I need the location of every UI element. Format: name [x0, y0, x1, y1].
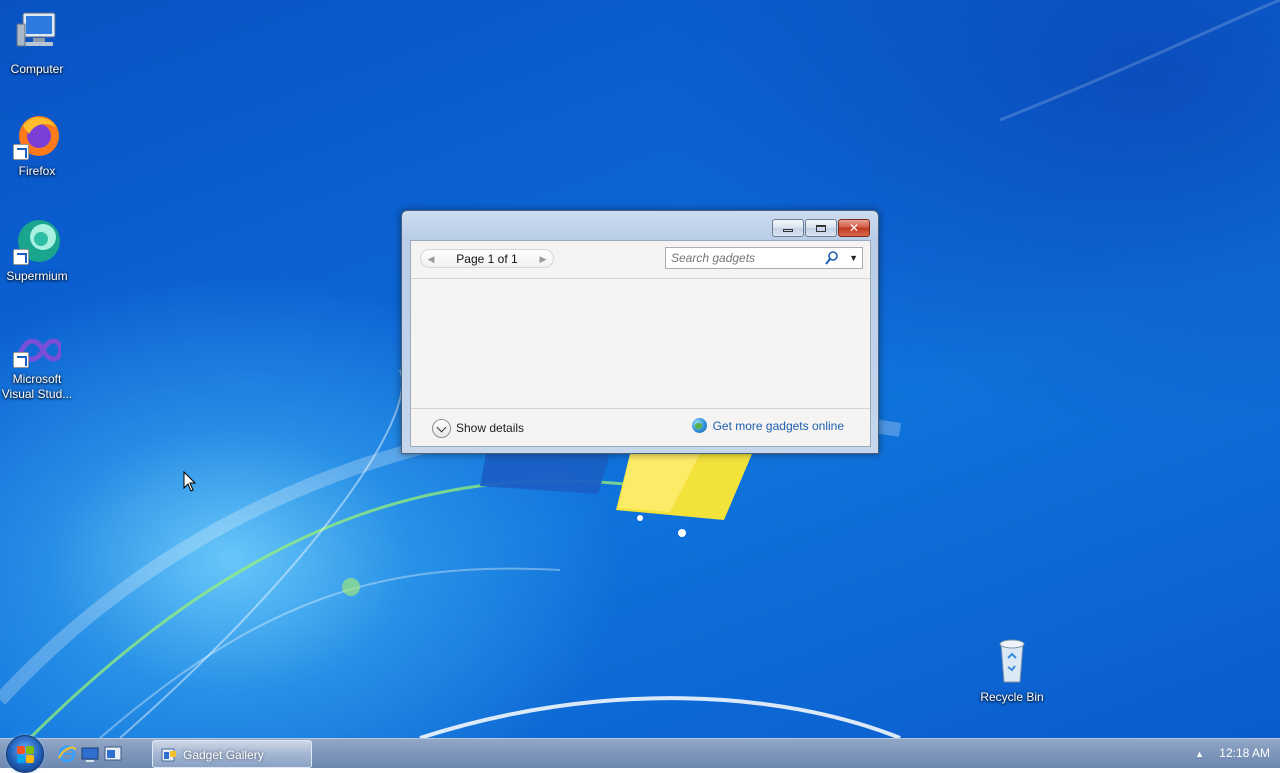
close-icon: ✕ — [848, 221, 860, 235]
next-page-icon[interactable]: ▶ — [535, 251, 551, 267]
gallery-toolbar: ◀ Page 1 of 1 ▶ ▼ — [411, 241, 870, 279]
search-icon[interactable] — [824, 250, 840, 266]
globe-icon — [691, 418, 707, 433]
caption-buttons: ✕ — [772, 219, 870, 237]
gadget-gallery-window[interactable]: ✕ ◀ Page 1 of 1 ▶ ▼ — [401, 210, 879, 454]
shortcut-arrow-icon — [13, 144, 29, 160]
search-box: ▼ — [665, 247, 863, 269]
gallery-content: ◀ Page 1 of 1 ▶ ▼ Show details — [410, 240, 871, 447]
desktop-icon-label: Microsoft Visual Stud... — [1, 372, 73, 401]
minimize-button[interactable] — [772, 219, 804, 237]
switch-windows-icon[interactable] — [103, 744, 123, 764]
taskbar-item-label: Gadget Gallery — [183, 748, 264, 762]
recycle-bin-icon — [988, 636, 1036, 686]
visual-studio-icon — [13, 334, 64, 368]
chevron-down-icon — [432, 418, 451, 438]
internet-explorer-icon[interactable] — [57, 744, 77, 764]
gadget-gallery-icon — [161, 748, 176, 762]
search-dropdown-icon[interactable]: ▼ — [849, 250, 858, 266]
gallery-footer: Show details Get more gadgets online — [411, 408, 870, 446]
desktop-icon-supermium[interactable]: Supermium — [0, 217, 74, 284]
shortcut-arrow-icon — [13, 249, 29, 265]
desktop-icon-recycle-bin[interactable]: Recycle Bin — [975, 636, 1049, 705]
show-desktop-icon[interactable] — [80, 744, 100, 764]
desktop-icon-visual-studio[interactable]: Microsoft Visual Stud... — [0, 334, 74, 402]
computer-icon — [13, 10, 61, 58]
gadget-list — [411, 279, 870, 410]
taskbar-item-gadget-gallery[interactable]: Gadget Gallery — [152, 740, 312, 768]
supermium-icon — [13, 217, 61, 265]
desktop-icon-label: Supermium — [6, 269, 68, 283]
shortcut-arrow-icon — [13, 352, 29, 368]
page-indicator: Page 1 of 1 — [456, 252, 518, 266]
show-details-label: Show details — [456, 421, 525, 435]
search-input[interactable] — [666, 248, 824, 268]
get-more-gadgets-link[interactable]: Get more gadgets online — [691, 418, 844, 433]
clock[interactable]: 12:18 AM — [1219, 746, 1270, 760]
desktop-icon-computer[interactable]: Computer — [0, 10, 74, 77]
maximize-icon — [816, 224, 826, 232]
get-more-gadgets-label: Get more gadgets online — [712, 418, 844, 433]
desktop-icon-label: Firefox — [18, 164, 56, 178]
windows-logo-icon — [17, 746, 35, 764]
pager: ◀ Page 1 of 1 ▶ — [420, 249, 554, 268]
close-button[interactable]: ✕ — [838, 219, 870, 237]
show-hidden-icons-icon[interactable]: ▲ — [1195, 749, 1204, 759]
desktop-icon-firefox[interactable]: Firefox — [0, 112, 74, 179]
desktop-icon-label: Computer — [10, 62, 64, 76]
taskbar: Gadget Gallery ▲ 12:18 AM — [0, 735, 1280, 773]
show-details-button[interactable]: Show details — [432, 418, 524, 438]
desktop-icon-label: Recycle Bin — [980, 690, 1044, 704]
desktop: Computer Firefox Supermium Microsoft Vis… — [0, 0, 1280, 738]
maximize-button[interactable] — [805, 219, 837, 237]
start-button[interactable] — [6, 735, 44, 773]
firefox-icon — [13, 112, 61, 160]
minimize-icon — [783, 229, 793, 232]
mouse-cursor-icon — [183, 471, 197, 492]
